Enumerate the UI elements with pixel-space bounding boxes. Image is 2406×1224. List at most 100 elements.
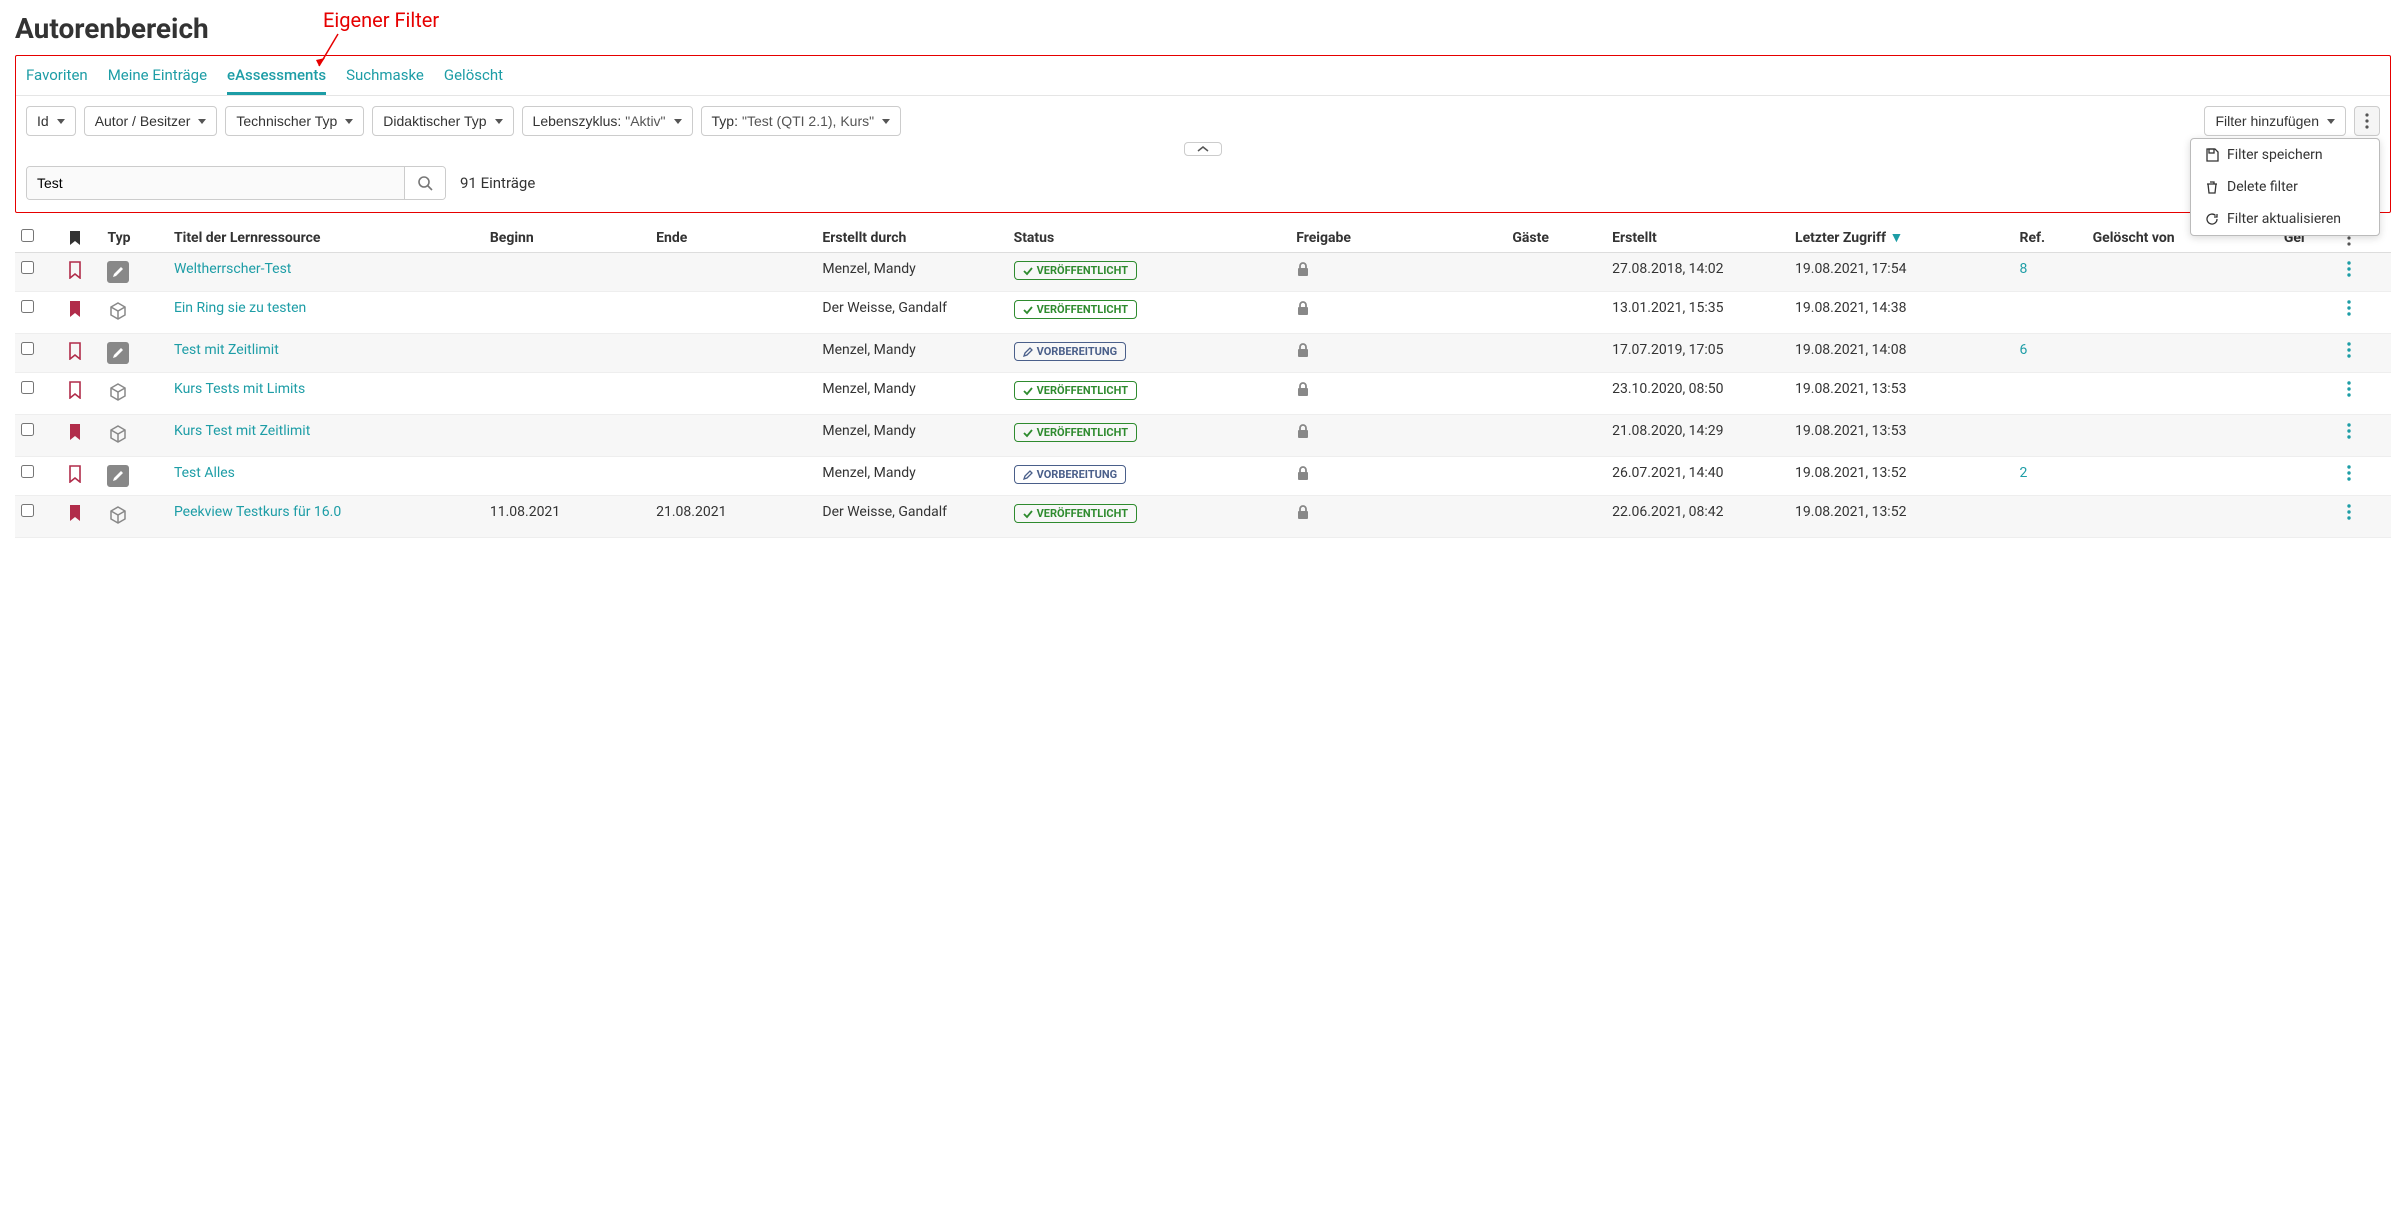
filter-id[interactable]: Id	[26, 106, 76, 136]
created-cell: 27.08.2018, 14:02	[1606, 253, 1789, 292]
begin-cell	[484, 292, 650, 334]
refresh-icon	[2205, 212, 2219, 226]
add-filter-button[interactable]: Filter hinzufügen	[2204, 106, 2346, 136]
row-actions-button[interactable]	[2341, 457, 2391, 496]
bookmark-toggle[interactable]	[62, 373, 102, 415]
row-checkbox[interactable]	[21, 300, 34, 313]
share-cell	[1290, 415, 1506, 457]
tab-favoriten[interactable]: Favoriten	[26, 62, 88, 95]
resource-title-link[interactable]: Test mit Zeitlimit	[174, 342, 279, 358]
filter-typ-value: "Test (QTI 2.1), Kurs"	[742, 113, 874, 129]
row-actions-button[interactable]	[2341, 253, 2391, 292]
resource-title-link[interactable]: Peekview Testkurs für 16.0	[174, 504, 341, 520]
col-ref[interactable]: Ref.	[2013, 223, 2086, 253]
bookmark-toggle[interactable]	[62, 457, 102, 496]
row-checkbox[interactable]	[21, 465, 34, 478]
menu-delete-filter[interactable]: Delete filter	[2191, 171, 2379, 203]
resource-title-link[interactable]: Kurs Test mit Zeitlimit	[174, 423, 310, 439]
status-cell: VERÖFFENTLICHT	[1008, 415, 1291, 457]
row-actions-button[interactable]	[2341, 415, 2391, 457]
ref-link[interactable]: 6	[2019, 342, 2027, 358]
row-checkbox[interactable]	[21, 342, 34, 355]
menu-refresh-filter[interactable]: Filter aktualisieren	[2191, 203, 2379, 235]
filter-more-button[interactable]	[2354, 106, 2380, 136]
col-end[interactable]: Ende	[650, 223, 816, 253]
status-cell: VERÖFFENTLICHT	[1008, 496, 1291, 538]
col-creator[interactable]: Erstellt durch	[816, 223, 1007, 253]
bookmark-toggle[interactable]	[62, 253, 102, 292]
menu-save-filter[interactable]: Filter speichern	[2191, 139, 2379, 171]
col-access[interactable]: Letzter Zugriff ▼	[1789, 223, 2013, 253]
created-cell: 17.07.2019, 17:05	[1606, 334, 1789, 373]
guests-cell	[1506, 457, 1606, 496]
col-status[interactable]: Status	[1008, 223, 1291, 253]
table-row: Kurs Test mit Zeitlimit Menzel, MandyVERÖ…	[15, 415, 2391, 457]
col-title[interactable]: Titel der Lernressource	[168, 223, 484, 253]
row-checkbox[interactable]	[21, 504, 34, 517]
table-row: Test mit ZeitlimitMenzel, MandyVORBEREIT…	[15, 334, 2391, 373]
tab-eassessments[interactable]: eAssessments	[227, 62, 326, 95]
tab-geloescht[interactable]: Gelöscht	[444, 62, 503, 95]
filter-did-type[interactable]: Didaktischer Typ	[372, 106, 513, 136]
del2-cell	[2278, 415, 2341, 457]
bookmark-toggle[interactable]	[62, 292, 102, 334]
col-guests[interactable]: Gäste	[1506, 223, 1606, 253]
row-actions-button[interactable]	[2341, 496, 2391, 538]
tab-meine-eintraege[interactable]: Meine Einträge	[108, 62, 207, 95]
menu-delete-label: Delete filter	[2227, 179, 2298, 195]
filter-id-label: Id	[37, 113, 49, 129]
menu-refresh-label: Filter aktualisieren	[2227, 211, 2341, 227]
resource-title-link[interactable]: Weltherrscher-Test	[174, 261, 291, 277]
type-cell	[101, 373, 168, 415]
col-begin[interactable]: Beginn	[484, 223, 650, 253]
resource-title-link[interactable]: Kurs Tests mit Limits	[174, 381, 305, 397]
col-created[interactable]: Erstellt	[1606, 223, 1789, 253]
bookmark-toggle[interactable]	[62, 334, 102, 373]
tab-suchmaske[interactable]: Suchmaske	[346, 62, 424, 95]
share-cell	[1290, 253, 1506, 292]
filter-typ[interactable]: Typ: "Test (QTI 2.1), Kurs"	[701, 106, 902, 136]
type-cell	[101, 334, 168, 373]
filter-lifecycle[interactable]: Lebenszyklus: "Aktiv"	[522, 106, 693, 136]
filter-tech-type[interactable]: Technischer Typ	[225, 106, 364, 136]
bookmark-toggle[interactable]	[62, 496, 102, 538]
filter-lifecycle-label: Lebenszyklus:	[533, 113, 622, 129]
guests-cell	[1506, 415, 1606, 457]
end-cell	[650, 334, 816, 373]
row-checkbox[interactable]	[21, 261, 34, 274]
page-title: Autorenbereich	[15, 12, 209, 45]
begin-cell	[484, 415, 650, 457]
end-cell	[650, 253, 816, 292]
share-cell	[1290, 457, 1506, 496]
col-typ[interactable]: Typ	[101, 223, 168, 253]
status-cell: VERÖFFENTLICHT	[1008, 292, 1291, 334]
col-access-label: Letzter Zugriff	[1795, 230, 1886, 246]
resource-title-link[interactable]: Test Alles	[174, 465, 235, 481]
bookmark-toggle[interactable]	[62, 415, 102, 457]
end-cell	[650, 415, 816, 457]
row-checkbox[interactable]	[21, 423, 34, 436]
creator-cell: Menzel, Mandy	[816, 415, 1007, 457]
ref-link[interactable]: 2	[2019, 465, 2027, 481]
row-actions-button[interactable]	[2341, 334, 2391, 373]
collapse-filters-button[interactable]	[1184, 142, 1222, 156]
filter-author[interactable]: Autor / Besitzer	[84, 106, 218, 136]
resource-title-link[interactable]: Ein Ring sie zu testen	[174, 300, 306, 316]
deleted-by-cell	[2087, 373, 2278, 415]
row-checkbox[interactable]	[21, 381, 34, 394]
creator-cell: Menzel, Mandy	[816, 253, 1007, 292]
search-input[interactable]	[27, 167, 404, 199]
del2-cell	[2278, 373, 2341, 415]
share-cell	[1290, 334, 1506, 373]
begin-cell	[484, 373, 650, 415]
access-cell: 19.08.2021, 13:53	[1789, 373, 2013, 415]
entry-count: 91 Einträge	[460, 174, 535, 192]
search-button[interactable]	[404, 167, 445, 199]
col-share[interactable]: Freigabe	[1290, 223, 1506, 253]
row-actions-button[interactable]	[2341, 373, 2391, 415]
resource-table: Typ Titel der Lernressource Beginn Ende …	[15, 223, 2391, 538]
end-cell	[650, 373, 816, 415]
ref-link[interactable]: 8	[2019, 261, 2027, 277]
row-actions-button[interactable]	[2341, 292, 2391, 334]
select-all-checkbox[interactable]	[21, 229, 34, 242]
